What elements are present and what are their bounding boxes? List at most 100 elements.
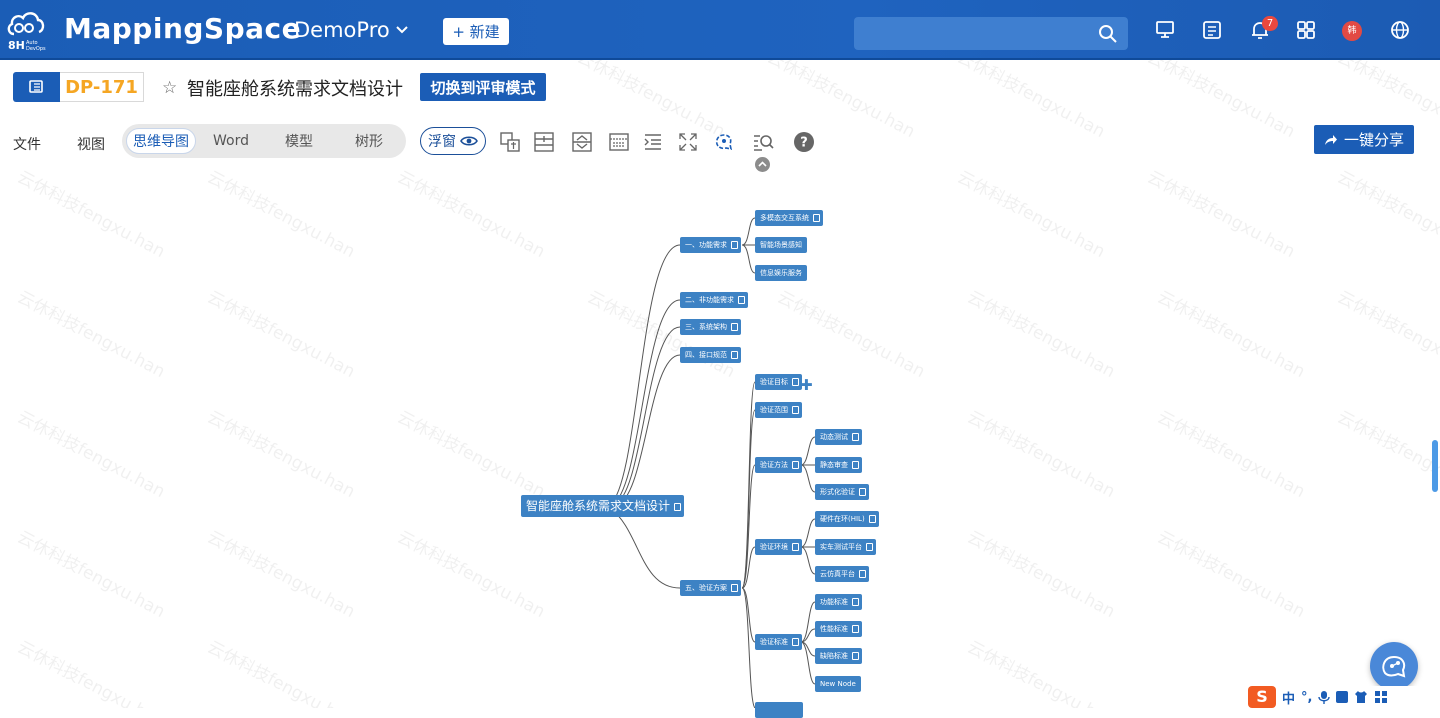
edit-icon[interactable] (738, 296, 745, 304)
translate-icon[interactable] (499, 131, 521, 153)
mindmap-node[interactable]: New Node (815, 676, 861, 692)
tab-word[interactable]: Word (198, 128, 264, 154)
edit-icon[interactable] (731, 241, 738, 249)
vertical-scrollbar[interactable] (1432, 440, 1438, 492)
search-input[interactable] (854, 17, 1128, 50)
keyboard-icon[interactable] (1336, 691, 1349, 703)
tab-tree[interactable]: 树形 (336, 128, 402, 154)
monitor-icon[interactable] (1154, 19, 1176, 41)
add-node-icon[interactable]: ✚ (800, 376, 813, 394)
switch-review-mode-button[interactable]: 切换到评审模式 (420, 73, 546, 101)
edit-icon[interactable] (674, 503, 682, 511)
mindmap-node[interactable]: 验证环境 (755, 539, 802, 555)
ai-assistant-icon[interactable] (713, 131, 735, 153)
document-id[interactable]: DP-171 (60, 72, 144, 102)
edit-icon[interactable] (859, 570, 866, 578)
edit-icon[interactable] (852, 625, 859, 633)
node-label: 四、接口规范 (685, 351, 727, 359)
logo[interactable]: 8H Auto DevOps (4, 6, 54, 54)
edit-icon[interactable] (852, 461, 859, 469)
mindmap-node[interactable]: 实车测试平台 (815, 539, 876, 555)
mindmap-canvas[interactable]: 智能座舱系统需求文档设计 一、功能需求 多模态交互系统 智能场景感知 信息娱乐服… (0, 170, 1440, 718)
mindmap-node[interactable]: 验证标准 (755, 634, 802, 650)
help-icon[interactable]: ? (793, 131, 815, 153)
mindmap-node[interactable]: 功能标准 (815, 594, 862, 610)
microphone-icon[interactable] (1318, 690, 1331, 704)
menu-file[interactable]: 文件 (13, 134, 41, 154)
indent-icon[interactable] (642, 131, 664, 153)
float-window-label: 浮窗 (428, 134, 456, 150)
edit-icon[interactable] (731, 351, 738, 359)
expand-collapse-icon[interactable] (571, 131, 593, 153)
keyboard-icon[interactable] (608, 131, 630, 153)
edit-icon[interactable] (792, 638, 799, 646)
mindmap-node[interactable]: 静态审查 (815, 457, 862, 473)
ime-mode[interactable]: 中 (1282, 688, 1295, 707)
edit-icon[interactable] (792, 406, 799, 414)
mindmap-node[interactable]: 硬件在环(HIL) (815, 511, 879, 527)
mindmap-node[interactable]: 缺陷标准 (815, 648, 862, 664)
edit-icon[interactable] (792, 543, 799, 551)
project-name: DemoPro (294, 18, 390, 42)
search-list-icon[interactable] (752, 131, 774, 153)
search-icon[interactable] (1098, 24, 1118, 44)
sogou-ime-icon[interactable]: S (1248, 686, 1276, 708)
ime-punctuation[interactable]: °, (1301, 690, 1312, 705)
mindmap-node[interactable]: 多模态交互系统 (755, 210, 823, 226)
mindmap-node[interactable]: 二、非功能需求 (680, 292, 748, 308)
mindmap-node[interactable]: 验证方法 (755, 457, 802, 473)
list-icon (29, 80, 43, 93)
mindmap-node[interactable]: 一、功能需求 (680, 237, 741, 253)
node-label: 静态审查 (820, 461, 848, 469)
edit-icon[interactable] (852, 598, 859, 606)
edit-icon[interactable] (859, 488, 866, 496)
mindmap-root-node[interactable]: 智能座舱系统需求文档设计 (521, 495, 685, 517)
edit-icon[interactable] (731, 584, 738, 592)
node-label: 功能标准 (820, 598, 848, 606)
edit-icon[interactable] (866, 543, 873, 551)
edit-icon[interactable] (731, 323, 738, 331)
mindmap-node[interactable]: 信息娱乐服务 (755, 265, 807, 281)
project-selector[interactable]: DemoPro (294, 18, 408, 42)
menu-view[interactable]: 视图 (77, 134, 105, 154)
mindmap-node[interactable]: 形式化验证 (815, 484, 869, 500)
apps-grid-icon[interactable] (1295, 19, 1317, 41)
float-window-toggle[interactable]: 浮窗 (420, 127, 486, 155)
node-label: 动态测试 (820, 433, 848, 441)
mindmap-node[interactable]: 动态测试 (815, 429, 862, 445)
mindmap-node[interactable] (755, 702, 803, 718)
fullscreen-icon[interactable] (677, 131, 699, 153)
mindmap-node[interactable]: 云仿真平台 (815, 566, 869, 582)
share-button-label: 一键分享 (1343, 131, 1404, 149)
edit-icon[interactable] (813, 214, 820, 222)
edit-icon[interactable] (852, 652, 859, 660)
mindmap-node[interactable]: 智能场景感知 (755, 237, 807, 253)
node-label: 验证范围 (760, 406, 788, 414)
insert-row-icon[interactable] (533, 131, 555, 153)
chevron-down-icon (396, 26, 408, 34)
avatar[interactable]: 韩 (1342, 21, 1362, 41)
globe-icon[interactable] (1389, 19, 1411, 41)
assistant-fab-button[interactable] (1370, 642, 1418, 690)
edit-icon[interactable] (792, 378, 799, 386)
task-list-icon[interactable] (1201, 19, 1223, 41)
mindmap-node[interactable]: 三、系统架构 (680, 319, 741, 335)
mindmap-node[interactable]: 性能标准 (815, 621, 862, 637)
mindmap-node[interactable]: 验证范围 (755, 402, 802, 418)
share-button[interactable]: 一键分享 (1314, 125, 1414, 154)
share-arrow-icon (1324, 134, 1337, 145)
mindmap-node[interactable]: 五、验证方案 (680, 580, 741, 596)
edit-icon[interactable] (852, 433, 859, 441)
mindmap-node[interactable]: 四、接口规范 (680, 347, 741, 363)
brand-name: MappingSpace (64, 12, 302, 45)
shirt-icon[interactable] (1354, 690, 1368, 704)
star-icon[interactable]: ☆ (162, 78, 177, 98)
tab-model[interactable]: 模型 (266, 128, 332, 154)
edit-icon[interactable] (792, 461, 799, 469)
mindmap-node[interactable]: 验证目标 (755, 374, 802, 390)
grid-tools-icon[interactable] (1374, 690, 1388, 704)
edit-icon[interactable] (868, 515, 876, 523)
new-button[interactable]: + 新建 (443, 18, 509, 45)
outline-toggle-button[interactable] (13, 72, 60, 102)
tab-mindmap[interactable]: 思维导图 (126, 128, 196, 154)
